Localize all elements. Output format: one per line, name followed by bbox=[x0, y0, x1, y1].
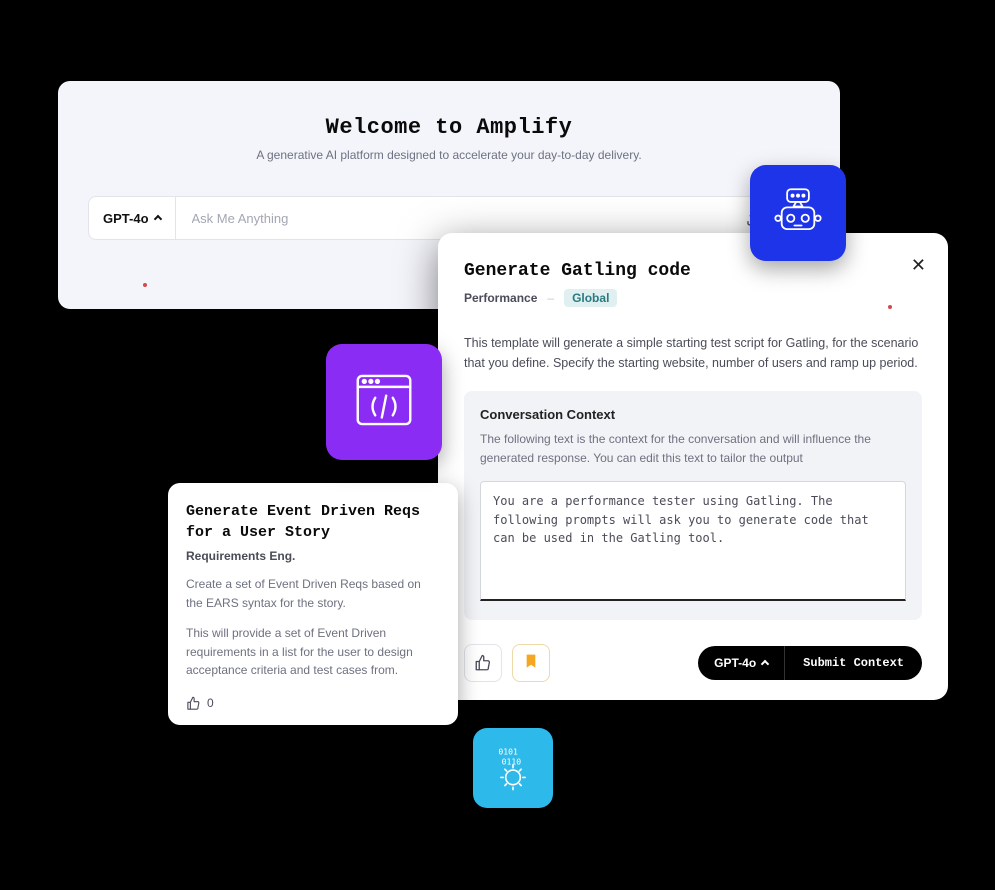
tag-performance: Performance bbox=[464, 291, 537, 305]
context-title: Conversation Context bbox=[480, 407, 906, 422]
notification-dot bbox=[888, 305, 892, 309]
code-tile bbox=[326, 344, 442, 460]
bookmark-icon bbox=[523, 652, 539, 675]
modal-tags: Performance – Global bbox=[464, 289, 922, 307]
upvote-button[interactable] bbox=[464, 644, 502, 682]
binary-gear-tile: 0101 0110 bbox=[473, 728, 553, 808]
chevron-up-icon bbox=[761, 660, 769, 668]
submit-group: GPT-4o Submit Context bbox=[698, 646, 922, 680]
modal-title: Generate Gatling code bbox=[464, 261, 922, 281]
thumbs-up-icon[interactable] bbox=[186, 696, 201, 711]
template-card[interactable]: Generate Event Driven Reqs for a User St… bbox=[168, 483, 458, 725]
welcome-title: Welcome to Amplify bbox=[88, 115, 810, 140]
code-window-icon bbox=[349, 365, 419, 440]
template-card-footer: 0 bbox=[186, 696, 440, 711]
tag-separator: – bbox=[547, 291, 554, 305]
thumbs-up-icon bbox=[474, 654, 492, 672]
submit-context-button[interactable]: Submit Context bbox=[785, 646, 922, 680]
context-panel: Conversation Context The following text … bbox=[464, 391, 922, 620]
robot-tile bbox=[750, 165, 846, 261]
modal-description: This template will generate a simple sta… bbox=[464, 333, 922, 373]
chevron-up-icon bbox=[153, 215, 161, 223]
model-selector[interactable]: GPT-4o bbox=[88, 196, 176, 240]
welcome-subtitle: A generative AI platform designed to acc… bbox=[88, 148, 810, 162]
svg-text:0110: 0110 bbox=[502, 756, 522, 766]
footer-model-label: GPT-4o bbox=[714, 656, 756, 670]
template-card-category: Requirements Eng. bbox=[186, 549, 440, 563]
notification-dot bbox=[143, 283, 147, 287]
modal-footer: GPT-4o Submit Context bbox=[464, 644, 922, 682]
context-textarea[interactable] bbox=[480, 481, 906, 601]
template-card-title: Generate Event Driven Reqs for a User St… bbox=[186, 501, 440, 543]
template-modal: ✕ Generate Gatling code Performance – Gl… bbox=[438, 233, 948, 700]
prompt-input[interactable] bbox=[192, 211, 735, 226]
svg-text:0101: 0101 bbox=[498, 746, 518, 756]
bookmark-button[interactable] bbox=[512, 644, 550, 682]
footer-model-selector[interactable]: GPT-4o bbox=[698, 646, 785, 680]
robot-icon bbox=[769, 182, 827, 245]
upvote-count: 0 bbox=[207, 696, 214, 710]
template-card-summary: Create a set of Event Driven Reqs based … bbox=[186, 575, 440, 612]
close-icon: ✕ bbox=[911, 255, 926, 275]
binary-gear-icon: 0101 0110 bbox=[487, 740, 539, 797]
model-selector-label: GPT-4o bbox=[103, 211, 149, 226]
template-card-detail: This will provide a set of Event Driven … bbox=[186, 624, 440, 680]
close-button[interactable]: ✕ bbox=[911, 255, 926, 276]
tag-global: Global bbox=[564, 289, 617, 307]
context-help: The following text is the context for th… bbox=[480, 430, 906, 467]
